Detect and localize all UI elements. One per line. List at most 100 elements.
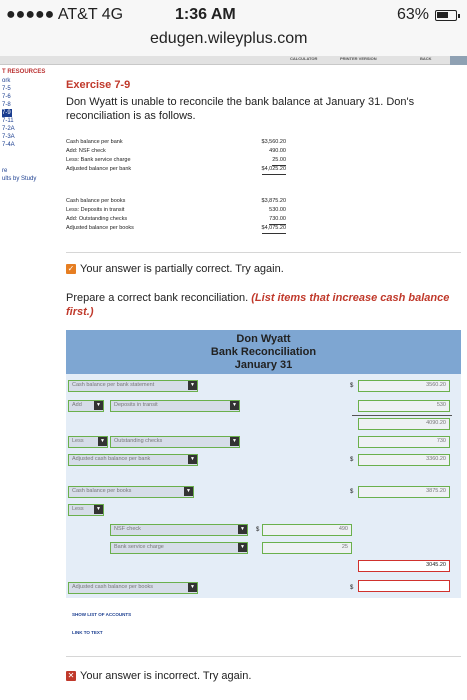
sidebar-title: T RESOURCES — [2, 69, 46, 75]
nsf-select[interactable]: NSF check ▼ — [110, 524, 248, 536]
statement-title: Bank Reconciliation — [210, 346, 317, 358]
adj-bank-amount[interactable]: 3360.20 — [358, 454, 450, 466]
chevron-down-icon: ▼ — [184, 487, 193, 496]
divider — [66, 656, 461, 657]
chevron-down-icon: ▼ — [188, 381, 197, 390]
recon-row: Add: NSF check 490.00 — [66, 147, 286, 156]
adj-bank-select[interactable]: Adjusted cash balance per bank ▼ — [68, 454, 198, 466]
select-value: NSF check — [114, 526, 141, 532]
recon-row: Add: Outstanding checks 730.00 — [66, 215, 286, 225]
dollar-sign: $ — [350, 489, 354, 495]
chevron-down-icon: ▼ — [94, 505, 103, 514]
show-accounts-link[interactable]: SHOW LIST OF ACCOUNTS — [72, 612, 131, 617]
statement-date: January 31 — [234, 359, 293, 371]
sidebar-item[interactable]: 7-3A — [2, 133, 56, 141]
recon-row: Less: Deposits in transit 530.00 — [66, 206, 286, 215]
recon-label: Add: NSF check — [66, 148, 106, 154]
dollar-sign: $ — [350, 383, 354, 389]
printer-version-link[interactable]: PRINTER VERSION — [340, 56, 377, 61]
select-value: Cash balance per books — [72, 488, 132, 494]
recon-label: Add: Outstanding checks — [66, 216, 128, 222]
cash-per-books-amount[interactable]: 3875.20 — [358, 486, 450, 498]
chevron-down-icon: ▼ — [188, 583, 197, 592]
battery-fill — [437, 11, 448, 18]
adj-books-amount[interactable] — [358, 580, 450, 592]
sidebar-item[interactable]: 7-8 — [2, 101, 56, 109]
subtotal-line — [352, 415, 452, 416]
less-select-1[interactable]: Less ▼ — [68, 436, 108, 448]
top-toolbar: CALCULATOR PRINTER VERSION BACK — [0, 56, 467, 65]
sidebar-item-selected[interactable]: 7-9 — [2, 109, 12, 117]
sidebar-item[interactable]: ork — [2, 77, 56, 85]
dollar-sign: $ — [350, 585, 354, 591]
recon-label: Less: Deposits in transit — [66, 207, 125, 213]
sidebar-item[interactable]: ults by Study — [2, 175, 56, 183]
sidebar-item[interactable]: 7-4A — [2, 141, 56, 149]
battery-icon — [435, 9, 460, 21]
recon-row: Cash balance per bank $3,560.20 — [66, 138, 286, 147]
toolbar-tab[interactable] — [450, 56, 467, 65]
sidebar-item[interactable]: 7-11 — [2, 117, 56, 125]
sidebar-item[interactable]: 7-6 — [2, 93, 56, 101]
outstanding-amount[interactable]: 730 — [358, 436, 450, 448]
recon-row: Less: Bank service charge 25.00 — [66, 156, 286, 166]
chevron-down-icon: ▼ — [238, 543, 247, 552]
add-select-1[interactable]: Add ▼ — [68, 400, 104, 412]
recon-value: $3,560.20 — [261, 139, 286, 145]
address-bar[interactable]: edugen.wileyplus.com — [150, 30, 307, 48]
select-value: Outstanding checks — [114, 438, 163, 444]
clock: 1:36 AM — [175, 6, 236, 23]
sidebar-item[interactable]: re — [2, 167, 56, 175]
less-select-2[interactable]: Less ▼ — [68, 504, 104, 516]
service-charge-amount[interactable]: 25 — [262, 542, 352, 554]
subtotal-amount-1[interactable]: 4090.20 — [358, 418, 450, 430]
sidebar-item[interactable]: 7-2A — [2, 125, 56, 133]
carrier-signal: ●●●●● AT&T 4G — [6, 6, 124, 23]
cash-per-bank-select[interactable]: Cash balance per bank statement ▼ — [68, 380, 198, 392]
select-value: Deposits in transit — [114, 402, 158, 408]
exercise-title: Exercise 7-9 — [66, 79, 131, 91]
nsf-amount[interactable]: 490 — [262, 524, 352, 536]
sidebar-item[interactable]: 7-5 — [2, 85, 56, 93]
subtotal-amount-2[interactable]: 3045.20 — [358, 560, 450, 572]
feedback-partial: ✓ Your answer is partially correct. Try … — [66, 263, 284, 275]
sidebar: T RESOURCES ork 7-5 7-6 7-8 7-9 7-11 7-2… — [0, 65, 56, 205]
recon-value: 490.00 — [269, 148, 286, 154]
cash-per-bank-amount[interactable]: 3560.20 — [358, 380, 450, 392]
outstanding-select[interactable]: Outstanding checks ▼ — [110, 436, 240, 448]
chevron-down-icon: ▼ — [238, 525, 247, 534]
instructions-text: Prepare a correct bank reconciliation. — [66, 292, 252, 304]
recon-value: $3,875.20 — [261, 198, 286, 204]
exercise-text: Don Wyatt is unable to reconcile the ban… — [66, 96, 415, 122]
back-link[interactable]: BACK — [420, 56, 432, 61]
feedback-incorrect: ✕ Your answer is incorrect. Try again. — [66, 670, 251, 682]
recon-row: Adjusted balance per bank $4,025.20 — [66, 165, 286, 175]
company-name: Don Wyatt — [236, 333, 291, 345]
recon-label: Adjusted balance per books — [66, 225, 134, 231]
cash-per-books-select[interactable]: Cash balance per books ▼ — [68, 486, 194, 498]
recon-row: Adjusted balance per books $4,075.20 — [66, 224, 286, 234]
select-value: Adjusted cash balance per books — [72, 584, 154, 590]
link-to-text[interactable]: LINK TO TEXT — [72, 630, 103, 635]
recon-value: $4,075.20 — [261, 224, 286, 234]
service-charge-select[interactable]: Bank service charge ▼ — [110, 542, 248, 554]
select-value: Cash balance per bank statement — [72, 382, 155, 388]
dollar-sign: $ — [256, 527, 260, 533]
battery-percent: 63% — [396, 6, 429, 23]
feedback-text: Your answer is incorrect. Try again. — [80, 670, 252, 682]
chevron-down-icon: ▼ — [230, 437, 239, 446]
recon-label: Cash balance per bank — [66, 139, 123, 145]
recon-row: Cash balance per books $3,875.20 — [66, 197, 286, 206]
ios-status-bar: ●●●●● AT&T 4G 1:36 AM 63% edugen.wileypl… — [0, 0, 467, 62]
instructions: Prepare a correct bank reconciliation. (… — [66, 291, 461, 319]
statement-body: Cash balance per bank statement ▼ $ 3560.… — [66, 374, 461, 598]
deposits-amount[interactable]: 530 — [358, 400, 450, 412]
deposits-select[interactable]: Deposits in transit ▼ — [110, 400, 240, 412]
adj-books-select[interactable]: Adjusted cash balance per books ▼ — [68, 582, 198, 594]
recon-label: Less: Bank service charge — [66, 157, 131, 163]
chevron-down-icon: ▼ — [230, 401, 239, 410]
calculator-link[interactable]: CALCULATOR — [290, 56, 317, 61]
book-side-recon: Cash balance per books $3,875.20 Less: De… — [66, 197, 286, 234]
battery-status: 63% — [396, 6, 460, 24]
chevron-down-icon: ▼ — [98, 437, 107, 446]
